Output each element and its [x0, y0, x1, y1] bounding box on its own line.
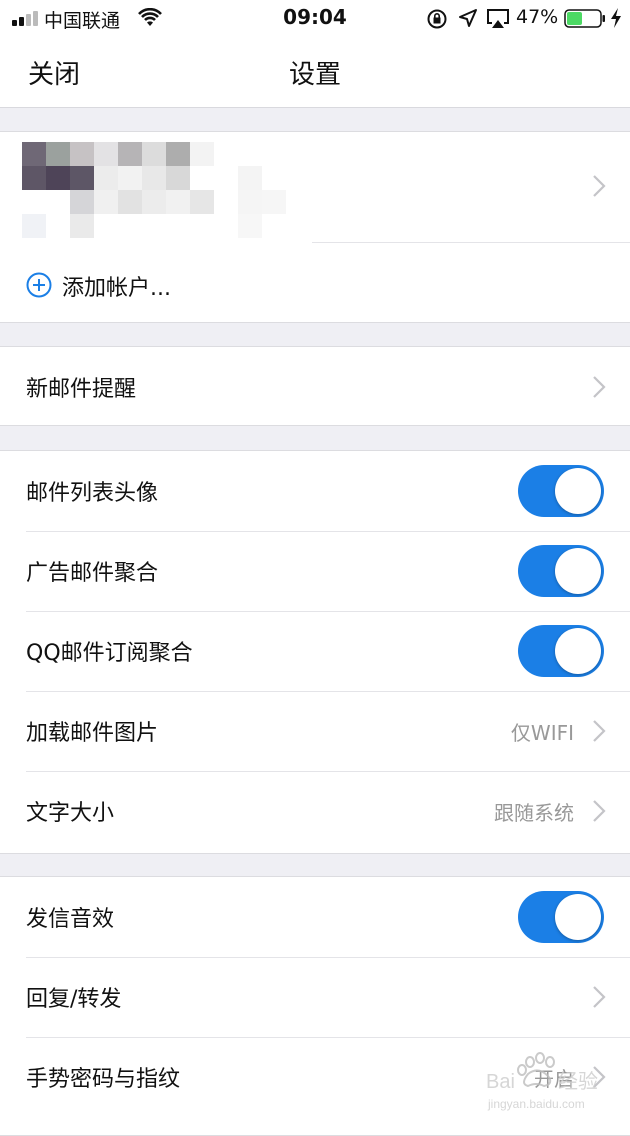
row-list-avatar: 邮件列表头像 [0, 451, 630, 531]
add-account-button[interactable]: 添加帐户... [0, 242, 630, 322]
page-title: 设置 [288, 60, 341, 90]
row-value: 仅WIFI [510, 721, 574, 745]
chevron-right-icon [593, 986, 606, 1008]
status-bar: 中国联通 09:04 47% [0, 0, 630, 36]
charging-icon [611, 8, 621, 28]
notification-section: 新邮件提醒 [0, 346, 630, 426]
row-label: 加载邮件图片 [26, 721, 159, 746]
svg-text:Bai: Bai [486, 1071, 515, 1093]
row-label: 文字大小 [26, 801, 115, 826]
row-new-mail-alert[interactable]: 新邮件提醒 [0, 347, 630, 427]
nav-bar: 关闭 设置 [0, 36, 630, 108]
row-reply-forward[interactable]: 回复/转发 [0, 957, 630, 1037]
row-value: 跟随系统 [494, 801, 574, 825]
battery-icon [564, 9, 605, 28]
location-icon [459, 9, 477, 27]
row-load-images[interactable]: 加载邮件图片 仅WIFI [0, 691, 630, 771]
add-account-label: 添加帐户... [62, 276, 171, 301]
toggle-knob [555, 468, 601, 514]
row-label: 广告邮件聚合 [26, 561, 159, 586]
account-section: 添加帐户... [0, 131, 630, 323]
row-label: 发信音效 [26, 907, 115, 932]
ad-aggregate-toggle[interactable] [518, 545, 604, 597]
toggle-knob [555, 894, 601, 940]
airplay-icon [487, 9, 509, 28]
row-qq-subscribe: QQ邮件订阅聚合 [0, 611, 630, 691]
send-sound-toggle[interactable] [518, 891, 604, 943]
chevron-right-icon [593, 175, 606, 197]
account-row[interactable] [0, 132, 630, 242]
battery-percent: 47% [516, 6, 559, 28]
row-label: QQ邮件订阅聚合 [26, 641, 193, 666]
toggle-knob [555, 548, 601, 594]
rotation-lock-icon [427, 9, 447, 29]
row-send-sound: 发信音效 [0, 877, 630, 957]
row-label: 回复/转发 [26, 987, 122, 1012]
baidu-watermark-logo: Bai 经验 jingyan.baidu.com [486, 1052, 598, 1111]
row-label: 邮件列表头像 [26, 481, 159, 506]
row-label: 手势密码与指纹 [26, 1067, 181, 1092]
toggle-knob [555, 628, 601, 674]
svg-text:jingyan.baidu.com: jingyan.baidu.com [487, 1097, 585, 1111]
row-ad-aggregate: 广告邮件聚合 [0, 531, 630, 611]
row-font-size[interactable]: 文字大小 跟随系统 [0, 771, 630, 851]
svg-text:经验: 经验 [558, 1070, 598, 1093]
qq-subscribe-toggle[interactable] [518, 625, 604, 677]
chevron-right-icon [593, 720, 606, 742]
list-avatar-toggle[interactable] [518, 465, 604, 517]
add-circle-icon [26, 272, 52, 298]
chevron-right-icon [593, 376, 606, 398]
chevron-right-icon [593, 800, 606, 822]
display-section: 邮件列表头像 广告邮件聚合 QQ邮件订阅聚合 加载邮件图片 仅WIFI 文字大小… [0, 450, 630, 854]
row-label: 新邮件提醒 [26, 377, 137, 402]
